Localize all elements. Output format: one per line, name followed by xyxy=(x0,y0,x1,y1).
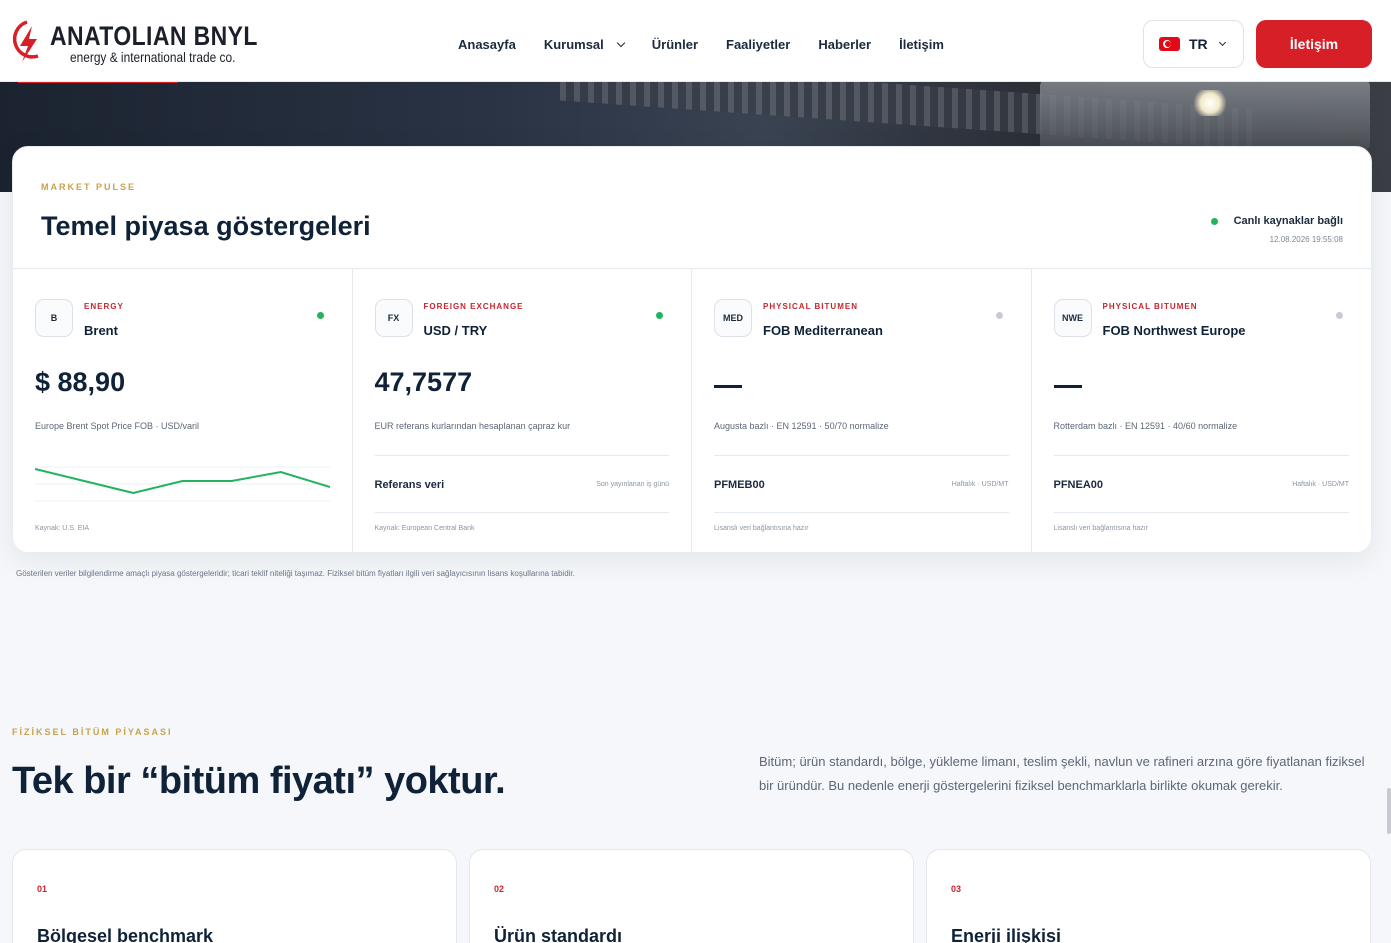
indicator-description: Europe Brent Spot Price FOB · USD/varil xyxy=(35,421,200,431)
nav-news[interactable]: Haberler xyxy=(818,37,871,52)
live-label: Canlı kaynaklar bağlı xyxy=(1233,215,1343,227)
lightning-logo-icon xyxy=(10,20,44,66)
nav-contact[interactable]: İletişim xyxy=(899,37,944,52)
reference-note: Haftalık · USD/MT xyxy=(1292,481,1349,488)
language-code: TR xyxy=(1189,36,1208,52)
market-disclaimer: Gösterilen veriler bilgilendirme amaçlı … xyxy=(16,569,575,578)
indicator-badge: MED xyxy=(714,299,752,337)
section-lede: Bitüm; ürün standardı, bölge, yükleme li… xyxy=(759,754,1365,793)
indicator-category: PHYSICAL BITUMEN xyxy=(763,302,858,311)
nav-corporate-label: Kurumsal xyxy=(543,37,604,52)
feature-number: 01 xyxy=(37,884,48,894)
divider xyxy=(374,512,669,513)
divider xyxy=(374,455,669,456)
indicator-card-med: MED PHYSICAL BITUMEN FOB Mediterranean —… xyxy=(692,269,1032,552)
empty-value-dash xyxy=(714,385,742,388)
divider xyxy=(714,455,1009,456)
indicator-description: Rotterdam bazlı · EN 12591 · 40/60 norma… xyxy=(1053,421,1238,431)
hero-headlight xyxy=(1190,90,1230,116)
live-dot-icon xyxy=(1210,217,1218,225)
nav-home[interactable]: Anasayfa xyxy=(458,37,516,52)
indicator-description: EUR referans kurlarından hesaplanan çapr… xyxy=(374,421,571,431)
status-dot-icon xyxy=(1336,312,1343,319)
divider xyxy=(1053,512,1349,513)
reference-code: PFNEA00 xyxy=(1053,479,1104,491)
indicator-source: Kaynak: European Central Bank xyxy=(374,525,475,532)
feature-title: Bölgesel benchmark xyxy=(37,926,214,943)
site-header: ANATOLIAN BNYL energy & international tr… xyxy=(0,0,1391,82)
contact-button[interactable]: İletişim xyxy=(1256,20,1372,68)
status-dot-icon xyxy=(316,312,324,319)
indicator-cards: B ENERGY Brent $ 88,90 Europe Brent Spot… xyxy=(13,269,1372,552)
indicator-name: USD / TRY xyxy=(423,323,488,338)
indicator-name: FOB Northwest Europe xyxy=(1102,323,1246,338)
feature-card-standard: 02 Ürün standardı xyxy=(469,849,914,943)
language-selector[interactable]: TR xyxy=(1143,20,1244,68)
indicator-badge: FX xyxy=(374,299,413,337)
turkey-flag-icon xyxy=(1159,37,1180,51)
chevron-down-icon xyxy=(1218,38,1226,46)
nav-corporate[interactable]: Kurumsal xyxy=(543,37,626,52)
indicator-card-brent: B ENERGY Brent $ 88,90 Europe Brent Spot… xyxy=(13,269,353,552)
status-dot-icon xyxy=(656,312,663,319)
section-eyebrow: FİZİKSEL BİTÜM PİYASASI xyxy=(12,727,173,737)
indicator-source: Lisanslı veri bağlantısına hazır xyxy=(714,525,809,532)
page-scrollbar[interactable] xyxy=(1387,788,1391,834)
brand-logo[interactable]: ANATOLIAN BNYL energy & international tr… xyxy=(10,20,295,66)
reference-code: PFMEB00 xyxy=(714,479,765,491)
indicator-source: Lisanslı veri bağlantısına hazır xyxy=(1053,525,1149,532)
indicator-value: 47,7577 xyxy=(374,367,473,397)
divider xyxy=(714,512,1009,513)
indicator-category: ENERGY xyxy=(84,302,124,311)
section-headline: Tek bir “bitüm fiyatı” yoktur. xyxy=(12,760,506,802)
indicator-badge: NWE xyxy=(1053,299,1092,337)
feature-title: Ürün standardı xyxy=(494,926,623,943)
feature-card-regional: 01 Bölgesel benchmark xyxy=(12,849,457,943)
indicator-card-usdtry: FX FOREIGN EXCHANGE USD / TRY 47,7577 EU… xyxy=(353,269,692,552)
indicator-name: FOB Mediterranean xyxy=(763,323,883,338)
main-nav: Anasayfa Kurumsal Ürünler Faaliyetler Ha… xyxy=(458,37,944,52)
indicator-source: Kaynak: U.S. EIA xyxy=(35,525,90,532)
indicator-description: Augusta bazlı · EN 12591 · 50/70 normali… xyxy=(714,421,889,431)
nav-products[interactable]: Ürünler xyxy=(652,37,698,52)
indicator-value: $ 88,90 xyxy=(35,367,126,397)
indicator-badge: B xyxy=(35,299,73,337)
market-pulse-panel: MARKET PULSE Temel piyasa göstergeleri C… xyxy=(12,146,1372,553)
indicator-category: PHYSICAL BITUMEN xyxy=(1102,302,1198,311)
indicator-card-nwe: NWE PHYSICAL BITUMEN FOB Northwest Europ… xyxy=(1032,269,1372,552)
market-title: Temel piyasa göstergeleri xyxy=(41,211,371,241)
reference-note: Haftalık · USD/MT xyxy=(951,481,1009,488)
divider xyxy=(1053,455,1349,456)
reference-label: Referans veri xyxy=(374,479,445,491)
feature-card-energy: 03 Enerji ilişkisi xyxy=(926,849,1371,943)
market-eyebrow: MARKET PULSE xyxy=(41,182,137,192)
chevron-down-icon xyxy=(616,38,626,47)
status-dot-icon xyxy=(995,312,1003,319)
brand-tagline: energy & international trade co. xyxy=(70,48,236,65)
feature-number: 02 xyxy=(494,884,505,894)
feature-title: Enerji ilişkisi xyxy=(951,926,1062,943)
indicator-category: FOREIGN EXCHANGE xyxy=(423,302,524,311)
indicator-name: Brent xyxy=(84,323,118,338)
empty-value-dash xyxy=(1053,385,1082,388)
brent-sparkline xyxy=(35,466,330,502)
live-status: Canlı kaynaklar bağlı 12.08.2026 19:55:0… xyxy=(1210,215,1343,244)
live-timestamp: 12.08.2026 19:55:08 xyxy=(1269,235,1343,244)
brand-name: ANATOLIAN BNYL xyxy=(50,20,258,51)
reference-note: Son yayınlanan iş günü xyxy=(596,481,669,488)
sparkline-line xyxy=(35,468,330,495)
nav-activities[interactable]: Faaliyetler xyxy=(726,37,790,52)
feature-number: 03 xyxy=(951,884,962,894)
